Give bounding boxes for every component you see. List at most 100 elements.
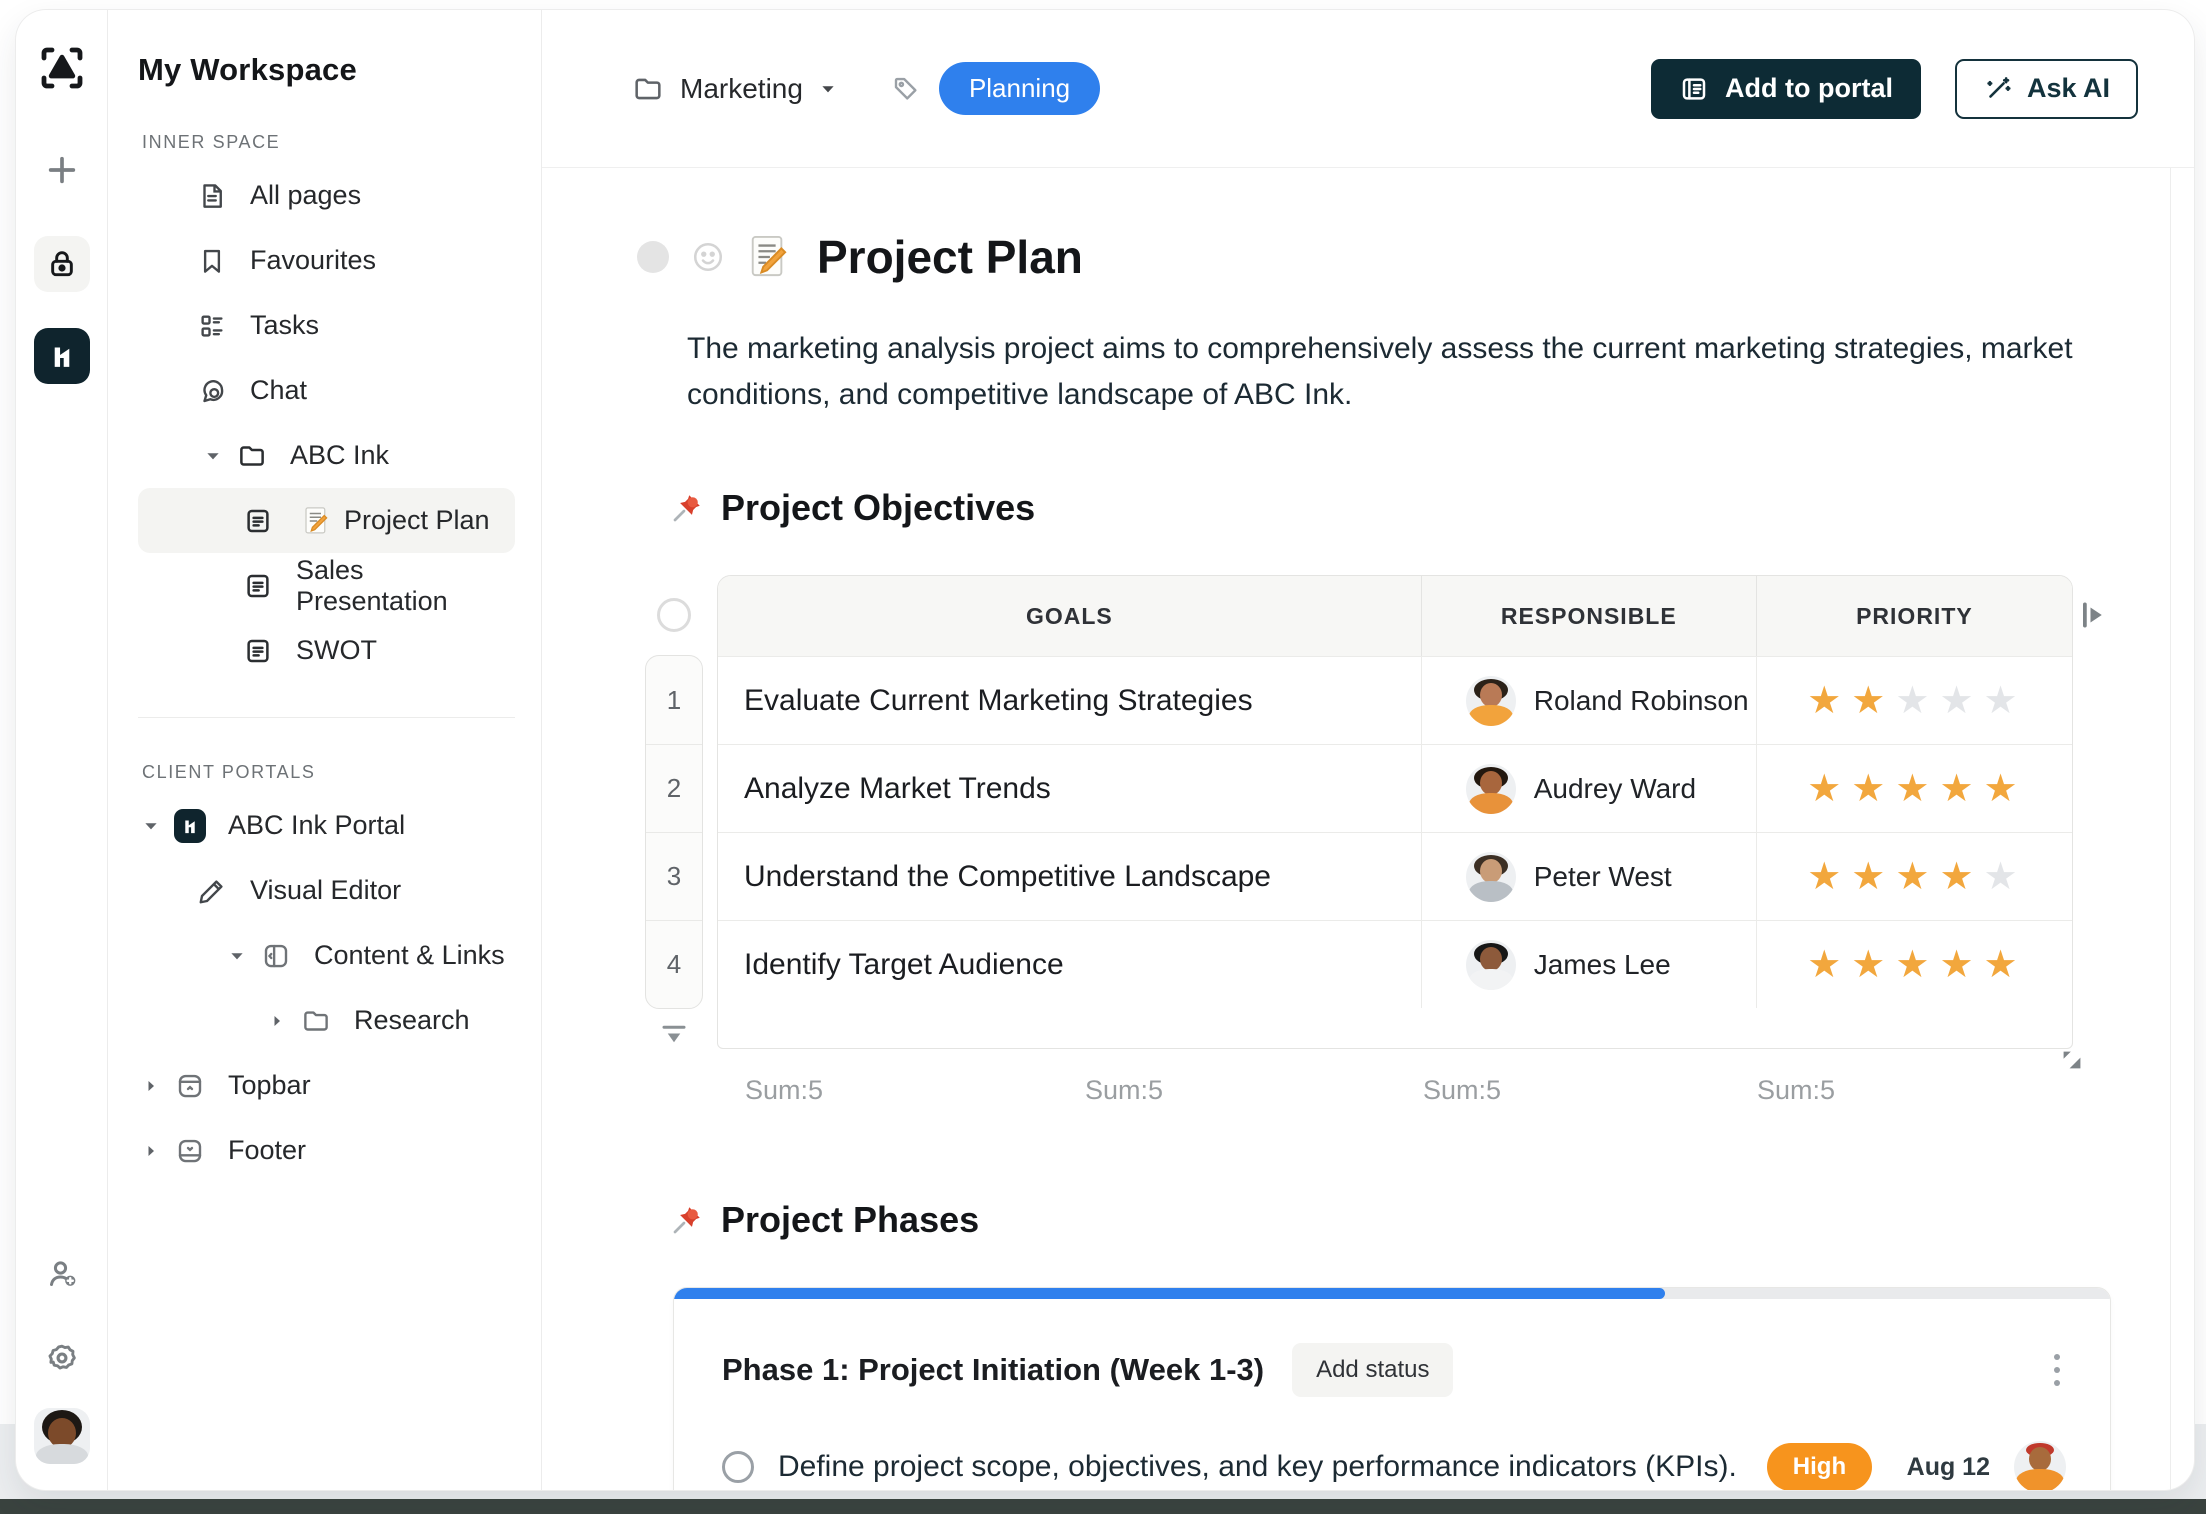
table-row[interactable]: Identify Target AudienceJames Lee★★★★★ [718,920,2072,1008]
column-header-responsible[interactable]: RESPONSIBLE [1421,576,1756,656]
priority-cell[interactable]: ★★★★★ [1756,745,2072,832]
priority-badge[interactable]: High [1767,1443,1872,1490]
star-icon[interactable]: ★ [1895,678,1933,723]
star-icon[interactable]: ★ [1807,678,1845,723]
star-icon[interactable]: ★ [1851,854,1889,899]
row-number[interactable]: 4 [646,920,702,1008]
smiley-icon[interactable] [691,240,725,274]
chevron-down-icon[interactable] [202,447,224,465]
goal-cell[interactable]: Analyze Market Trends [718,745,1421,832]
star-icon[interactable]: ★ [1939,942,1977,987]
sidebar-item-abc-ink-portal[interactable]: ABC Ink Portal [138,793,515,858]
sum-label[interactable]: Sum:5 [745,1075,823,1106]
ask-ai-button[interactable]: Ask AI [1955,59,2138,119]
invite-member-icon[interactable] [34,1246,90,1302]
settings-gear-icon[interactable] [34,1330,90,1386]
responsible-cell[interactable]: Audrey Ward [1421,745,1756,832]
star-icon[interactable]: ★ [1807,854,1845,899]
goal-cell[interactable]: Identify Target Audience [718,921,1421,1008]
workspace-brand-icon[interactable] [34,328,90,384]
star-icon[interactable]: ★ [1939,678,1977,723]
chevron-right-icon[interactable] [266,1013,288,1029]
sidebar-item-sales-presentation[interactable]: Sales Presentation [138,553,515,618]
lock-icon[interactable] [34,236,90,292]
tag-icon[interactable] [891,74,921,104]
priority-cell[interactable]: ★★★★★ [1756,921,2072,1008]
sidebar-item-visual-editor[interactable]: Visual Editor [138,858,515,923]
responsible-name: Peter West [1534,861,1672,893]
chevron-down-icon[interactable] [140,817,162,835]
task-checkbox[interactable] [722,1451,754,1483]
app-logo-icon[interactable] [34,40,90,96]
page-icon [242,505,274,537]
kebab-menu-icon[interactable] [2048,1348,2066,1392]
star-icon[interactable]: ★ [1984,766,2022,811]
status-dot-icon[interactable] [637,241,669,273]
goal-cell[interactable]: Evaluate Current Marketing Strategies [718,657,1421,744]
star-icon[interactable]: ★ [1807,766,1845,811]
column-header-priority[interactable]: PRIORITY [1756,576,2072,656]
breadcrumb-label: Marketing [680,73,803,105]
user-avatar[interactable] [34,1408,90,1464]
star-icon[interactable]: ★ [1984,942,2022,987]
star-icon[interactable]: ★ [1939,766,1977,811]
star-icon[interactable]: ★ [1851,942,1889,987]
sidebar-item-topbar[interactable]: Topbar [138,1053,515,1118]
add-status-button[interactable]: Add status [1292,1343,1453,1397]
pushpin-emoji [669,1202,705,1238]
chevron-right-icon[interactable] [140,1143,162,1159]
star-icon[interactable]: ★ [1851,678,1889,723]
page-description: The marketing analysis project aims to c… [687,326,2107,417]
star-icon[interactable]: ★ [1895,766,1933,811]
responsible-cell[interactable]: James Lee [1421,921,1756,1008]
add-to-portal-button[interactable]: Add to portal [1651,59,1921,119]
table-resize-handle[interactable] [2060,1048,2084,1072]
star-icon[interactable]: ★ [1807,942,1845,987]
sum-label[interactable]: Sum:5 [1085,1075,1163,1106]
sidebar-item-all-pages[interactable]: All pages [138,163,515,228]
row-number[interactable]: 2 [646,744,702,832]
filter-icon[interactable] [659,1023,689,1049]
star-icon[interactable]: ★ [1895,942,1933,987]
row-number[interactable]: 3 [646,832,702,920]
star-icon[interactable]: ★ [1851,766,1889,811]
add-icon[interactable] [34,142,90,198]
avatar [1466,852,1516,902]
star-icon[interactable]: ★ [1939,854,1977,899]
sidebar-item-project-plan[interactable]: Project Plan [138,488,515,553]
table-row[interactable]: Analyze Market TrendsAudrey Ward★★★★★ [718,744,2072,832]
sum-label[interactable]: Sum:5 [1757,1075,1835,1106]
sidebar-item-research[interactable]: Research [138,988,515,1053]
breadcrumb[interactable]: Marketing [632,73,837,105]
star-icon[interactable]: ★ [1984,678,2022,723]
goal-cell[interactable]: Understand the Competitive Landscape [718,833,1421,920]
tag-pill-planning[interactable]: Planning [939,62,1100,115]
sidebar-item-content-links[interactable]: Content & Links [138,923,515,988]
insert-column-icon[interactable] [2080,600,2106,630]
row-number[interactable]: 1 [646,656,702,744]
sidebar-item-swot[interactable]: SWOT [138,618,515,683]
chevron-right-icon[interactable] [140,1078,162,1094]
sidebar-item-footer[interactable]: Footer [138,1118,515,1183]
table-row[interactable]: Understand the Competitive Landscape Pete… [718,832,2072,920]
page-icon [242,635,274,667]
responsible-name: James Lee [1534,949,1671,981]
sum-label[interactable]: Sum:5 [1423,1075,1501,1106]
chevron-down-icon[interactable] [226,947,248,965]
responsible-cell[interactable]: Roland Robinson [1421,657,1756,744]
priority-cell[interactable]: ★★★★★ [1756,657,2072,744]
table-row[interactable]: Evaluate Current Marketing Strategies Rol… [718,656,2072,744]
responsible-cell[interactable]: Peter West [1421,833,1756,920]
sidebar-item-favourites[interactable]: Favourites [138,228,515,293]
sidebar-item-tasks[interactable]: Tasks [138,293,515,358]
task-assignee-avatar[interactable] [2014,1441,2066,1490]
responsible-name: Roland Robinson [1534,685,1749,717]
star-icon[interactable]: ★ [1895,854,1933,899]
sidebar-item-chat[interactable]: Chat [138,358,515,423]
star-icon[interactable]: ★ [1984,854,2022,899]
sidebar-item-abc-ink[interactable]: ABC Ink [138,423,515,488]
folder-icon [300,1005,332,1037]
priority-cell[interactable]: ★★★★★ [1756,833,2072,920]
column-header-goals[interactable]: GOALS [718,576,1421,656]
table-select-radio[interactable] [657,598,691,632]
